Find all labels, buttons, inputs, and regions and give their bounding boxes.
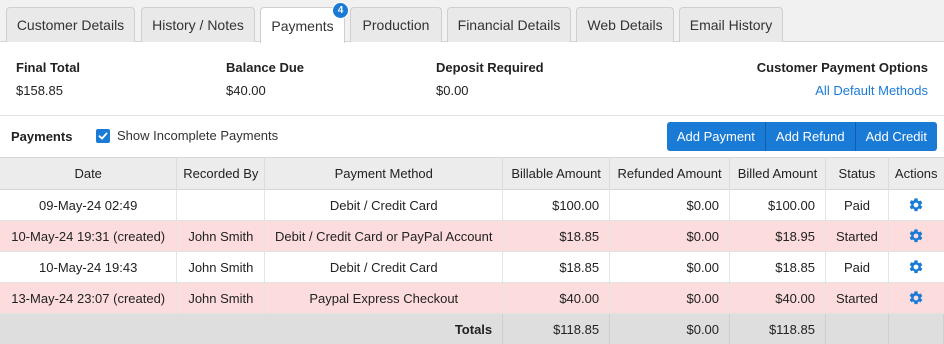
payment-options-label: Customer Payment Options — [756, 60, 928, 75]
cell-status: Started — [825, 282, 889, 314]
payments-count-badge: 4 — [332, 2, 349, 19]
cell-actions — [888, 282, 944, 314]
show-incomplete-toggle[interactable]: Show Incomplete Payments — [96, 128, 278, 143]
total-billed: $118.85 — [729, 313, 826, 344]
tab-label: History / Notes — [152, 17, 244, 33]
column-header-payment-method[interactable]: Payment Method — [264, 157, 504, 190]
cell-status: Paid — [825, 251, 889, 283]
cell-refunded: $0.00 — [609, 251, 731, 283]
column-header-billable-amount[interactable]: Billable Amount — [502, 157, 611, 190]
tab-financial-details[interactable]: Financial Details — [447, 7, 571, 42]
cell-date: 13-May-24 23:07 (created) — [0, 282, 178, 314]
tab-label: Web Details — [587, 17, 663, 33]
column-header-recorded-by[interactable]: Recorded By — [176, 157, 266, 190]
cell-recorded-by: John Smith — [176, 220, 266, 252]
cell-billed: $100.00 — [729, 189, 826, 221]
cell-refunded: $0.00 — [609, 189, 731, 221]
cell-billable: $18.85 — [502, 220, 611, 252]
cell-date: 09-May-24 02:49 — [0, 189, 178, 221]
payments-table: Date Recorded By Payment Method Billable… — [0, 157, 944, 344]
column-header-billed-amount[interactable]: Billed Amount — [729, 157, 826, 190]
gear-icon[interactable] — [908, 197, 924, 213]
all-default-methods-link[interactable]: All Default Methods — [757, 83, 928, 98]
gear-icon[interactable] — [908, 290, 924, 306]
add-credit-button[interactable]: Add Credit — [855, 122, 937, 151]
cell-billable: $18.85 — [502, 251, 611, 283]
tab-label: Payments — [271, 17, 334, 34]
cell-billable: $40.00 — [502, 282, 611, 314]
balance-due-value: $40.00 — [226, 83, 266, 98]
tab-history-notes[interactable]: History / Notes — [141, 7, 255, 42]
customer-payment-options: Customer Payment Options All Default Met… — [757, 60, 928, 98]
cell-refunded: $0.00 — [609, 220, 731, 252]
tab-payments[interactable]: Payments 4 — [260, 2, 349, 43]
cell-status: Started — [825, 220, 889, 252]
cell-actions — [888, 251, 944, 283]
totals-row: Totals $118.85 $0.00 $118.85 — [0, 313, 944, 344]
check-icon — [98, 132, 108, 139]
cell-billed: $18.95 — [729, 220, 826, 252]
cell-date: 10-May-24 19:43 — [0, 251, 178, 283]
cell-payment-method: Paypal Express Checkout — [264, 282, 504, 314]
show-incomplete-label: Show Incomplete Payments — [117, 128, 279, 143]
tab-email-history[interactable]: Email History — [679, 7, 783, 42]
table-row[interactable]: 10-May-24 19:31 (created) John Smith Deb… — [0, 220, 944, 252]
payments-toolbar: Payments Show Incomplete Payments Add Pa… — [0, 116, 944, 156]
cell-refunded: $0.00 — [609, 282, 731, 314]
column-header-date[interactable]: Date — [0, 157, 178, 190]
tab-label: Production — [362, 17, 430, 33]
payment-actions: Add Payment Add Refund Add Credit — [666, 122, 937, 151]
cell-actions — [888, 220, 944, 252]
cell-recorded-by: John Smith — [176, 282, 266, 314]
tab-label: Email History — [689, 17, 773, 33]
column-header-actions: Actions — [888, 157, 944, 190]
add-payment-button[interactable]: Add Payment — [666, 122, 766, 151]
totals-status-empty — [825, 313, 889, 344]
add-refund-button[interactable]: Add Refund — [765, 122, 856, 151]
table-row[interactable]: 10-May-24 19:43 John Smith Debit / Credi… — [0, 251, 944, 283]
tab-production[interactable]: Production — [350, 7, 442, 42]
cell-recorded-by — [176, 189, 266, 221]
tab-bar: Customer Details History / Notes Payment… — [0, 0, 944, 43]
order-summary: Final Total $158.85 Balance Due $40.00 D… — [0, 42, 944, 116]
show-incomplete-checkbox[interactable] — [96, 128, 110, 143]
final-total-label: Final Total — [16, 60, 81, 75]
deposit-required: Deposit Required $0.00 — [436, 60, 544, 98]
balance-due-label: Balance Due — [226, 60, 305, 75]
cell-billable: $100.00 — [502, 189, 611, 221]
table-header-row: Date Recorded By Payment Method Billable… — [0, 157, 944, 190]
cell-payment-method: Debit / Credit Card — [264, 251, 504, 283]
balance-due: Balance Due $40.00 — [226, 60, 304, 98]
totals-label: Totals — [0, 313, 504, 344]
final-total: Final Total $158.85 — [16, 60, 80, 98]
tab-label: Financial Details — [457, 17, 561, 33]
cell-recorded-by: John Smith — [176, 251, 266, 283]
tab-customer-details[interactable]: Customer Details — [6, 7, 135, 42]
tab-label: Customer Details — [16, 17, 125, 33]
cell-billed: $40.00 — [729, 282, 826, 314]
cell-date: 10-May-24 19:31 (created) — [0, 220, 178, 252]
column-header-refunded-amount[interactable]: Refunded Amount — [609, 157, 731, 190]
column-header-status[interactable]: Status — [825, 157, 889, 190]
cell-payment-method: Debit / Credit Card or PayPal Account — [264, 220, 504, 252]
deposit-required-value: $0.00 — [436, 83, 469, 98]
payments-title: Payments — [11, 129, 73, 144]
cell-payment-method: Debit / Credit Card — [264, 189, 504, 221]
total-billable: $118.85 — [502, 313, 611, 344]
cell-actions — [888, 189, 944, 221]
gear-icon[interactable] — [908, 228, 924, 244]
totals-actions-empty — [888, 313, 944, 344]
table-row[interactable]: 09-May-24 02:49 Debit / Credit Card $100… — [0, 189, 944, 221]
final-total-value: $158.85 — [16, 83, 63, 98]
deposit-required-label: Deposit Required — [436, 60, 544, 75]
tab-web-details[interactable]: Web Details — [576, 7, 674, 42]
table-row[interactable]: 13-May-24 23:07 (created) John Smith Pay… — [0, 282, 944, 314]
cell-status: Paid — [825, 189, 889, 221]
total-refunded: $0.00 — [609, 313, 731, 344]
gear-icon[interactable] — [908, 259, 924, 275]
cell-billed: $18.85 — [729, 251, 826, 283]
